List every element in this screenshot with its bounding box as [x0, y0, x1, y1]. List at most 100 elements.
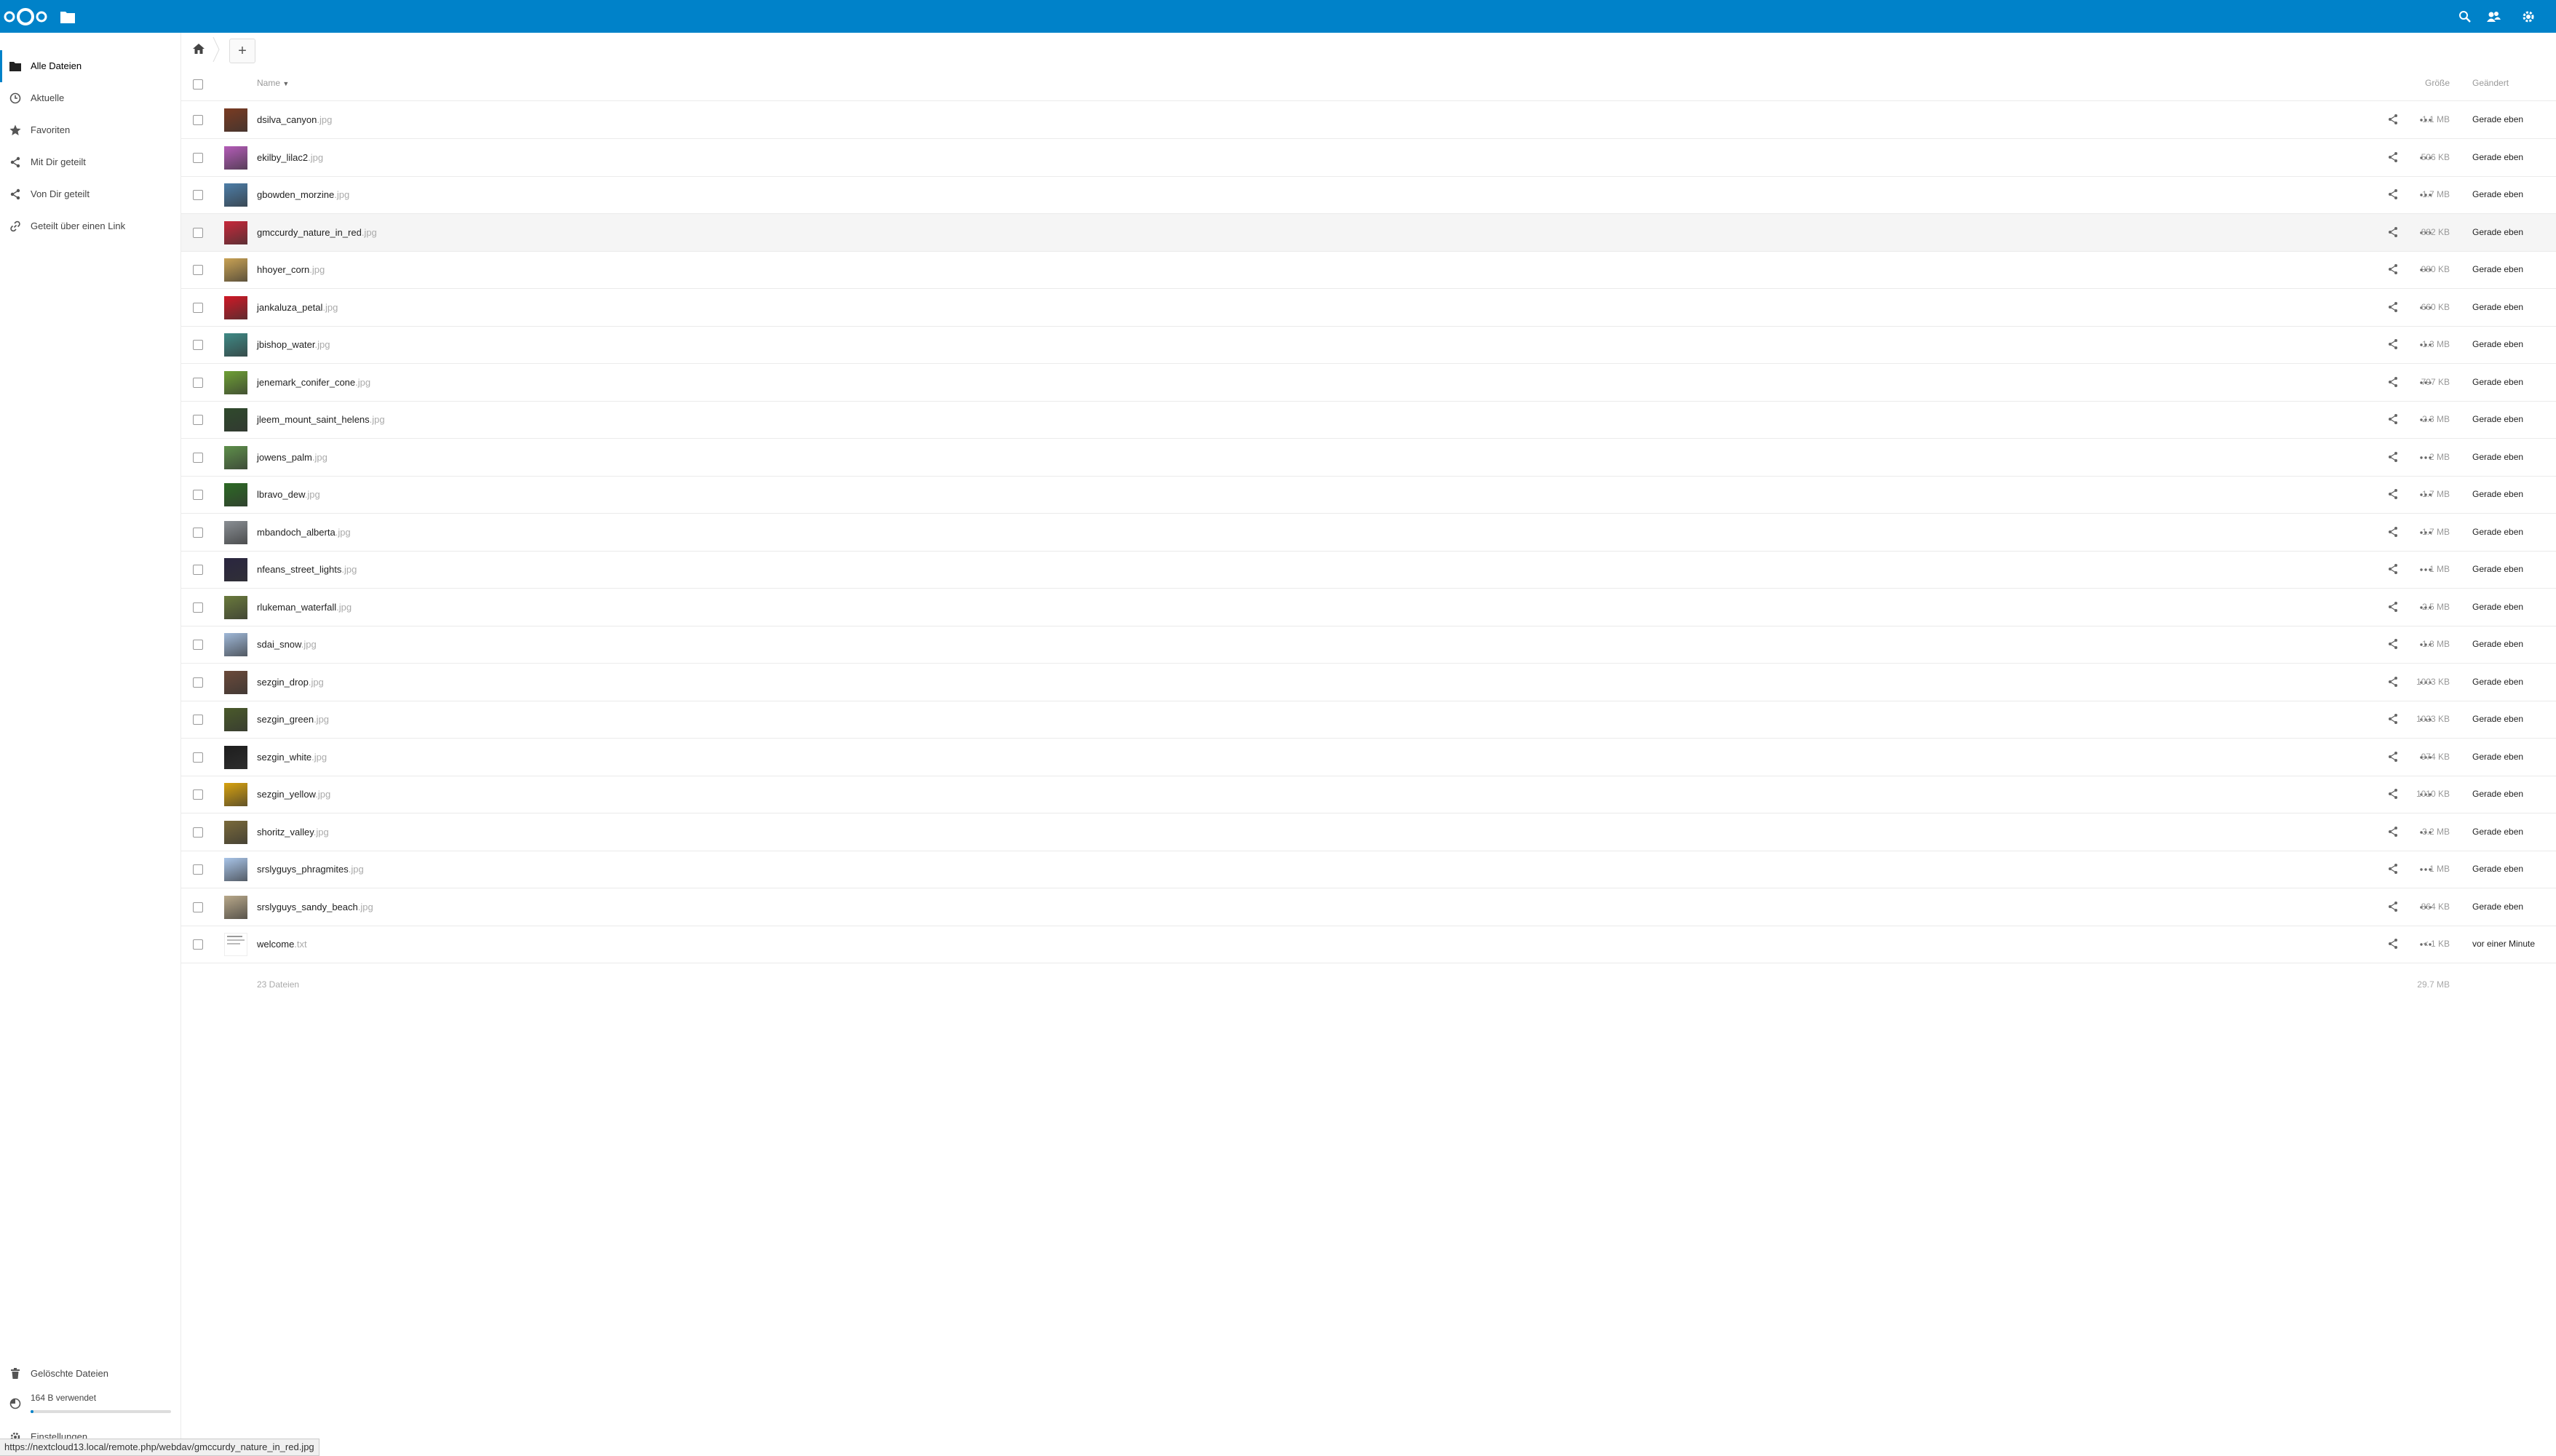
row-checkbox[interactable]	[193, 602, 203, 613]
row-checkbox[interactable]	[193, 303, 203, 313]
file-name[interactable]: lbravo_dew.jpg	[257, 489, 320, 500]
share-icon[interactable]	[2386, 637, 2400, 651]
file-name[interactable]: jenemark_conifer_cone.jpg	[257, 377, 370, 388]
file-thumbnail[interactable]	[224, 221, 247, 244]
file-thumbnail[interactable]	[224, 258, 247, 282]
file-thumbnail[interactable]	[224, 858, 247, 881]
folder-icon[interactable]	[60, 9, 76, 24]
row-checkbox[interactable]	[193, 528, 203, 538]
share-icon[interactable]	[2386, 862, 2400, 875]
file-row[interactable]: mbandoch_alberta.jpg 1.7 MB Gerade eben	[181, 514, 2556, 552]
file-row[interactable]: hhoyer_corn.jpg 980 KB Gerade eben	[181, 251, 2556, 289]
file-thumbnail[interactable]	[224, 371, 247, 394]
nav-deleted-files[interactable]: Gelöschte Dateien	[0, 1361, 180, 1387]
share-icon[interactable]	[2386, 600, 2400, 613]
file-row[interactable]: welcome.txt < 1 KB vor einer Minute	[181, 926, 2556, 963]
file-row[interactable]: gmccurdy_nature_in_red.jpg 882 KB Gerade e…	[181, 214, 2556, 252]
row-checkbox[interactable]	[193, 265, 203, 275]
file-name[interactable]: gmccurdy_nature_in_red.jpg	[257, 227, 377, 238]
row-checkbox[interactable]	[193, 789, 203, 800]
file-row[interactable]: ekilby_lilac2.jpg 506 KB Gerade eben	[181, 139, 2556, 177]
share-icon[interactable]	[2386, 900, 2400, 913]
file-name[interactable]: nfeans_street_lights.jpg	[257, 564, 357, 575]
file-name[interactable]: sezgin_yellow.jpg	[257, 789, 330, 800]
share-icon[interactable]	[2386, 151, 2400, 164]
row-checkbox[interactable]	[193, 902, 203, 912]
file-name[interactable]: ekilby_lilac2.jpg	[257, 152, 323, 163]
file-row[interactable]: shoritz_valley.jpg 3.2 MB Gerade eben	[181, 813, 2556, 851]
file-row[interactable]: jleem_mount_saint_helens.jpg 2.3 MB Gerade…	[181, 401, 2556, 439]
file-row[interactable]: srslyguys_phragmites.jpg 1 MB Gerade eben	[181, 851, 2556, 888]
row-checkbox[interactable]	[193, 340, 203, 350]
file-name[interactable]: srslyguys_sandy_beach.jpg	[257, 902, 373, 912]
row-checkbox[interactable]	[193, 453, 203, 463]
share-icon[interactable]	[2386, 188, 2400, 201]
file-row[interactable]: sezgin_white.jpg 974 KB Gerade eben	[181, 739, 2556, 776]
column-header-modified[interactable]: Geändert	[2472, 78, 2509, 88]
file-thumbnail[interactable]	[224, 183, 247, 207]
share-icon[interactable]	[2386, 450, 2400, 464]
share-icon[interactable]	[2386, 226, 2400, 239]
row-checkbox[interactable]	[193, 415, 203, 425]
file-row[interactable]: jowens_palm.jpg 2 MB Gerade eben	[181, 439, 2556, 477]
file-row[interactable]: srslyguys_sandy_beach.jpg 864 KB Gerade eb…	[181, 888, 2556, 926]
file-thumbnail[interactable]	[224, 333, 247, 357]
file-thumbnail[interactable]	[224, 821, 247, 844]
row-checkbox[interactable]	[193, 378, 203, 388]
file-name[interactable]: srslyguys_phragmites.jpg	[257, 864, 364, 875]
file-thumbnail[interactable]	[224, 146, 247, 170]
row-checkbox[interactable]	[193, 490, 203, 500]
row-checkbox[interactable]	[193, 864, 203, 875]
file-thumbnail[interactable]	[224, 521, 247, 544]
file-row[interactable]: sdai_snow.jpg 1.8 MB Gerade eben	[181, 626, 2556, 664]
file-row[interactable]: nfeans_street_lights.jpg 1 MB Gerade eben	[181, 551, 2556, 589]
file-thumbnail[interactable]	[224, 408, 247, 431]
file-name[interactable]: mbandoch_alberta.jpg	[257, 527, 351, 538]
file-thumbnail[interactable]	[224, 783, 247, 806]
file-thumbnail[interactable]	[224, 296, 247, 319]
file-name[interactable]: jankaluza_petal.jpg	[257, 302, 338, 313]
column-header-size[interactable]: Größe	[2425, 78, 2450, 88]
share-icon[interactable]	[2386, 825, 2400, 838]
share-icon[interactable]	[2386, 263, 2400, 276]
file-thumbnail[interactable]	[224, 446, 247, 469]
share-icon[interactable]	[2386, 787, 2400, 800]
file-row[interactable]: sezgin_drop.jpg 1003 KB Gerade eben	[181, 664, 2556, 701]
file-name[interactable]: sezgin_drop.jpg	[257, 677, 324, 688]
row-checkbox[interactable]	[193, 640, 203, 650]
file-row[interactable]: gbowden_morzine.jpg 1.7 MB Gerade eben	[181, 176, 2556, 214]
file-row[interactable]: lbravo_dew.jpg 1.7 MB Gerade eben	[181, 476, 2556, 514]
row-checkbox[interactable]	[193, 190, 203, 200]
nav-all-files[interactable]: Alle Dateien	[0, 50, 180, 82]
row-checkbox[interactable]	[193, 153, 203, 163]
file-row[interactable]: jbishop_water.jpg 1.3 MB Gerade eben	[181, 326, 2556, 364]
file-row[interactable]: rlukeman_waterfall.jpg 2.5 MB Gerade eben	[181, 589, 2556, 626]
share-icon[interactable]	[2386, 937, 2400, 950]
row-checkbox[interactable]	[193, 752, 203, 763]
share-icon[interactable]	[2386, 113, 2400, 126]
nextcloud-logo[interactable]	[3, 7, 48, 26]
row-checkbox[interactable]	[193, 565, 203, 575]
share-icon[interactable]	[2386, 488, 2400, 501]
file-thumbnail[interactable]	[224, 671, 247, 694]
search-icon[interactable]	[2456, 8, 2474, 25]
select-all-checkbox[interactable]	[193, 79, 203, 89]
home-icon[interactable]	[191, 41, 206, 56]
row-checkbox[interactable]	[193, 827, 203, 838]
file-row[interactable]: sezgin_yellow.jpg 1010 KB Gerade eben	[181, 776, 2556, 813]
row-checkbox[interactable]	[193, 715, 203, 725]
share-icon[interactable]	[2386, 525, 2400, 538]
file-name[interactable]: shoritz_valley.jpg	[257, 827, 329, 838]
file-thumbnail[interactable]	[224, 746, 247, 769]
file-row[interactable]: jankaluza_petal.jpg 660 KB Gerade eben	[181, 289, 2556, 327]
share-icon[interactable]	[2386, 301, 2400, 314]
file-thumbnail[interactable]	[224, 933, 247, 956]
settings-gear-icon[interactable]	[2520, 8, 2537, 25]
file-thumbnail[interactable]	[224, 108, 247, 132]
share-icon[interactable]	[2386, 338, 2400, 351]
file-thumbnail[interactable]	[224, 896, 247, 919]
share-icon[interactable]	[2386, 712, 2400, 725]
file-name[interactable]: dsilva_canyon.jpg	[257, 114, 332, 125]
row-checkbox[interactable]	[193, 115, 203, 125]
file-name[interactable]: rlukeman_waterfall.jpg	[257, 602, 352, 613]
